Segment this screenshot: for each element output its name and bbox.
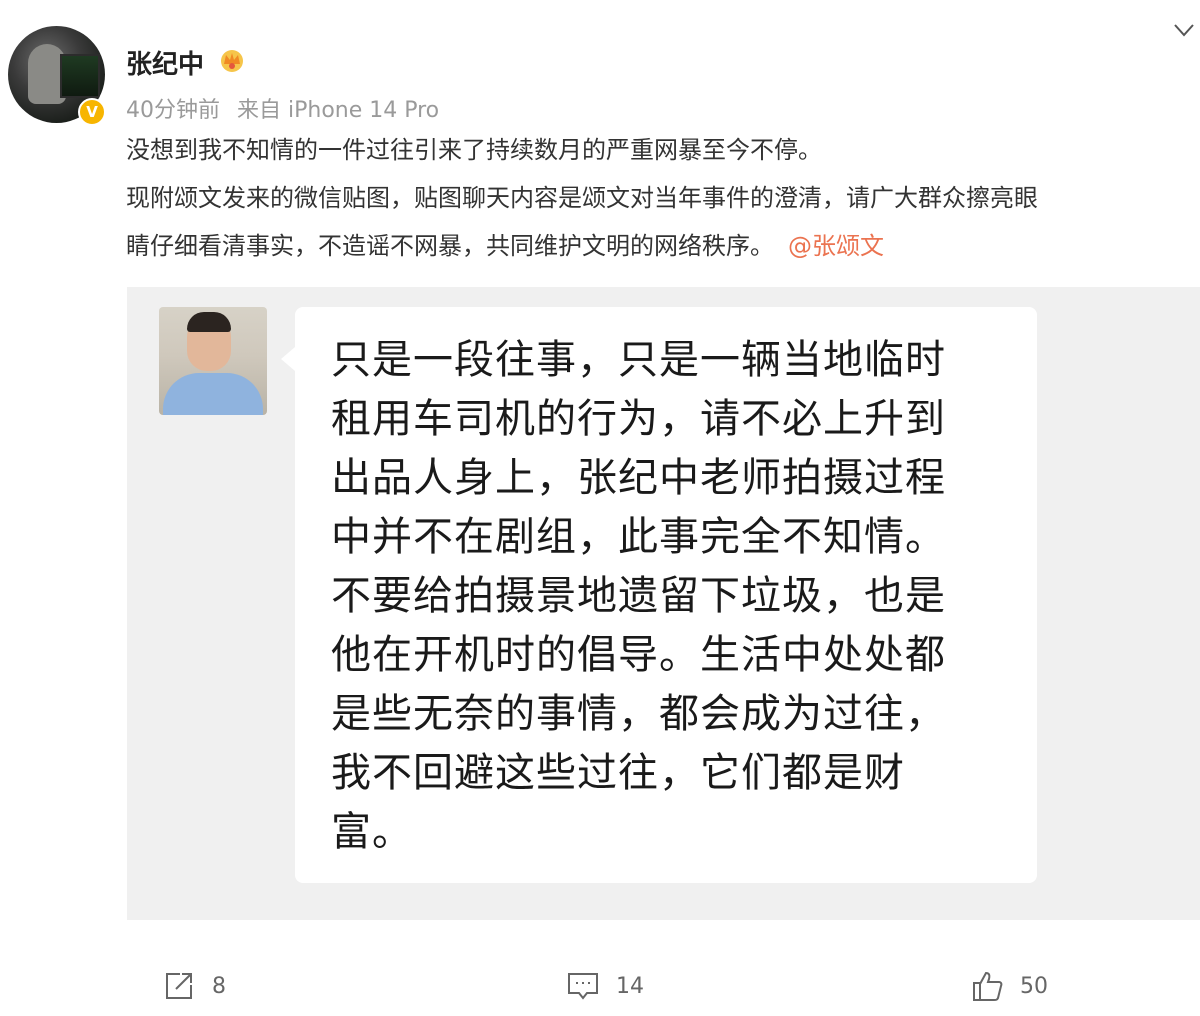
repost-button[interactable]: 8: [162, 966, 226, 1006]
post-text-line-1: 没想到我不知情的一件过往引来了持续数月的严重网暴至今不停。: [126, 136, 822, 164]
weibo-post: V 张纪中 40分钟前 来自 iPhone 14 Pro 没想到我不知情的一件过…: [0, 0, 1200, 1016]
post-time: 40分钟前: [126, 98, 220, 123]
share-icon: [166, 973, 192, 999]
chat-message: 只是一段往事，只是一辆当地临时 租用车司机的行为，请不必上升到 出品人身上，张纪…: [331, 331, 1021, 862]
avatar-shirt: [163, 373, 263, 415]
chat-message-line: 只是一段往事，只是一辆当地临时: [331, 337, 946, 383]
mention-link[interactable]: @张颂文: [788, 232, 884, 260]
thumbs-up-icon: [973, 971, 1003, 1001]
chat-message-line: 不要给拍摄景地遗留下垃圾，也是: [331, 573, 946, 619]
comment-icon: [568, 973, 598, 1000]
chat-message-line: 是些无奈的事情，都会成为过往，: [331, 691, 946, 737]
post-text-line-3-body: 睛仔细看清事实，不造谣不网暴，共同维护文明的网络秩序。: [126, 232, 774, 260]
chevron-down-icon[interactable]: [1172, 20, 1196, 40]
post-source: 来自 iPhone 14 Pro: [237, 98, 440, 123]
avatar-screen: [60, 54, 100, 98]
chat-message-line: 我不回避这些过往，它们都是财: [331, 750, 905, 796]
chat-message-line: 租用车司机的行为，请不必上升到: [331, 396, 946, 442]
like-button[interactable]: 50: [970, 966, 1048, 1006]
comment-count: 14: [616, 973, 644, 999]
chat-screenshot-image[interactable]: 只是一段往事，只是一辆当地临时 租用车司机的行为，请不必上升到 出品人身上，张纪…: [127, 287, 1200, 920]
post-text-line-3: 睛仔细看清事实，不造谣不网暴，共同维护文明的网络秩序。 @张颂文: [126, 223, 1196, 269]
chat-message-line: 中并不在剧组，此事完全不知情。: [331, 514, 946, 560]
author-name[interactable]: 张纪中: [126, 44, 204, 81]
avatar-hair: [187, 312, 231, 332]
comment-button[interactable]: 14: [566, 966, 644, 1006]
chat-message-line: 富。: [331, 809, 413, 855]
chat-message-line: 他在开机时的倡导。生活中处处都: [331, 632, 946, 678]
chat-message-line: 出品人身上，张纪中老师拍摄过程: [331, 455, 946, 501]
crown-icon: [221, 50, 243, 72]
chat-bubble: 只是一段往事，只是一辆当地临时 租用车司机的行为，请不必上升到 出品人身上，张纪…: [281, 307, 1037, 883]
post-text-line-2: 现附颂文发来的微信贴图，贴图聊天内容是颂文对当年事件的澄清，请广大群众擦亮眼: [126, 184, 1038, 212]
repost-count: 8: [212, 973, 226, 999]
verified-badge-icon: V: [78, 98, 106, 126]
chat-avatar: [159, 307, 267, 415]
post-meta: 40分钟前 来自 iPhone 14 Pro: [126, 92, 439, 124]
like-count: 50: [1020, 973, 1048, 999]
